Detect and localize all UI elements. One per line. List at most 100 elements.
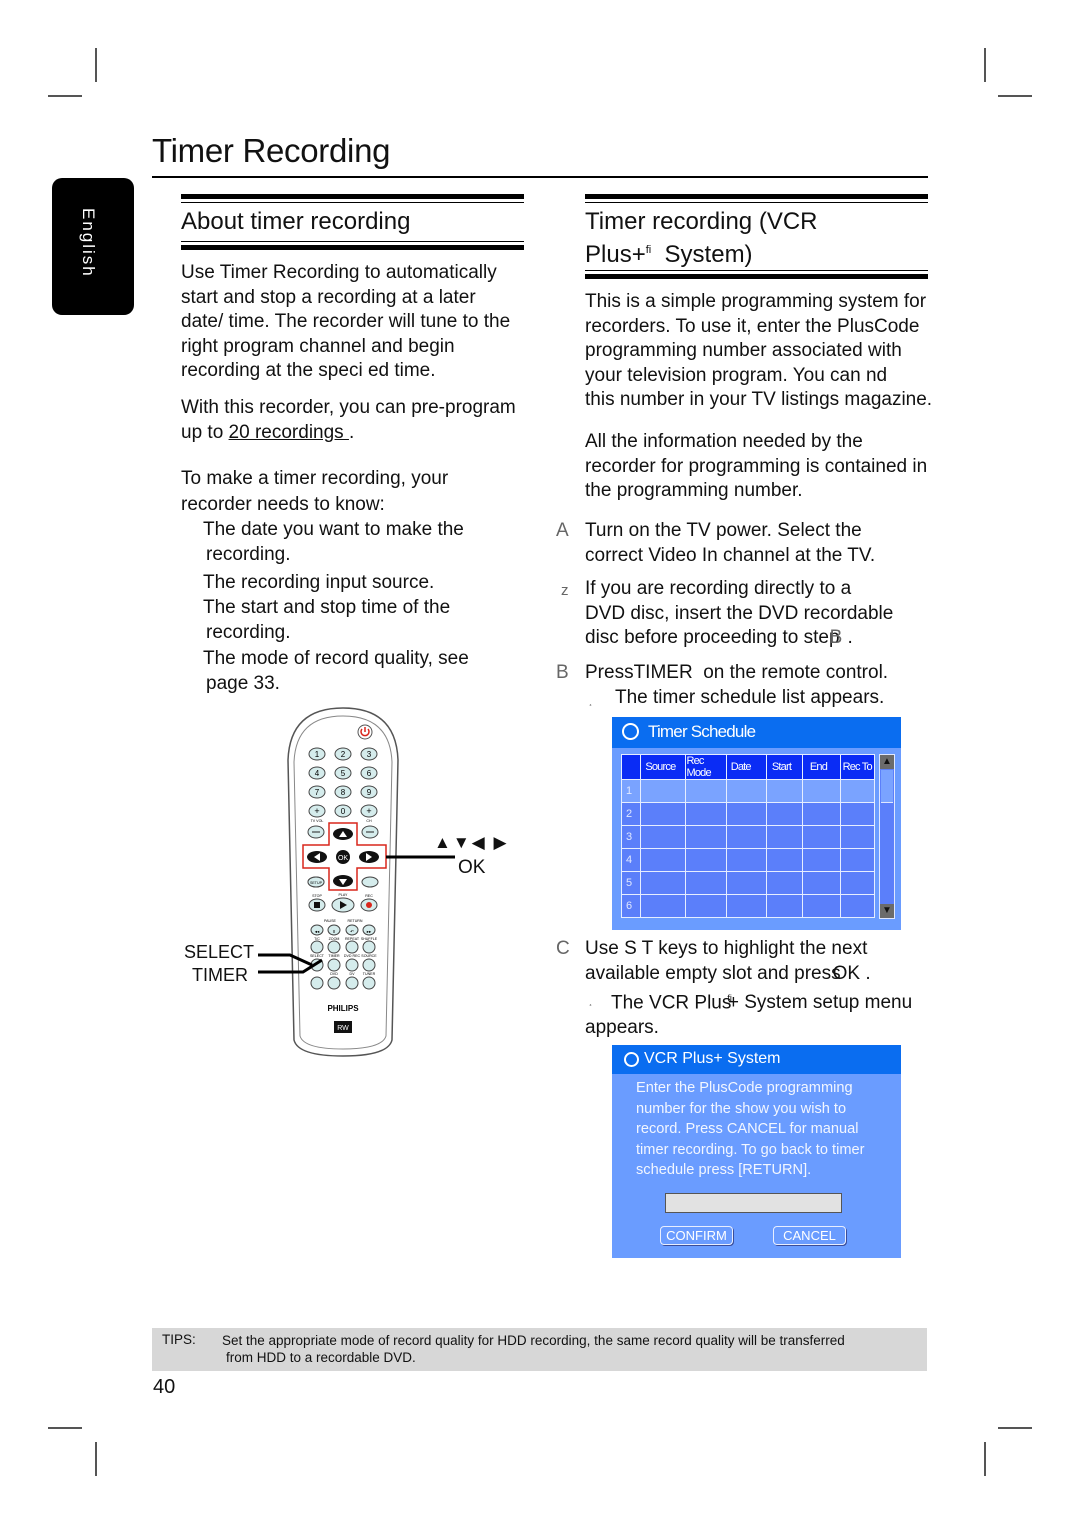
next-key-label: ▸▸	[367, 929, 372, 934]
table-header-cell: Date	[725, 754, 767, 780]
next-key	[362, 924, 376, 936]
text-line: ¸ The VCR Plusfi+ System setup menu	[585, 986, 912, 1016]
step-reference: B	[829, 627, 843, 648]
ch-up-key	[360, 804, 378, 818]
dpad-keys: OK	[307, 825, 379, 888]
capacity-paragraph: With this recorder, you can pre-program …	[181, 396, 516, 445]
text-line: ¸ The timer schedule list appears.	[585, 686, 888, 711]
vcr-plus-intro: This is a simple programming system for …	[585, 290, 932, 413]
clock-icon	[622, 723, 639, 740]
key-label: DVD REC	[344, 954, 361, 958]
crop-mark	[95, 1442, 97, 1476]
text-line: recorders. To use it, enter the PlusCode	[585, 315, 920, 337]
prev-key	[310, 924, 324, 936]
list-item: The recording input source.	[203, 571, 469, 596]
callout-arrow-keys: ▲▼◀ ▶	[434, 833, 509, 852]
list-item-text: recording.	[206, 543, 291, 565]
digit-key-5	[334, 766, 352, 780]
pluscode-input[interactable]	[665, 1193, 842, 1213]
scroll-down-icon[interactable]: ▼	[880, 904, 894, 918]
digit-key-0	[334, 804, 352, 818]
note-marker: z	[561, 582, 569, 599]
red-highlight-dpad	[302, 822, 387, 891]
step-a-marker: A	[556, 520, 569, 541]
crop-mark	[984, 1442, 986, 1476]
table-row[interactable]: 2	[620, 802, 876, 826]
key-label: SELECT	[310, 954, 325, 958]
table-row[interactable]: 6	[620, 894, 876, 918]
function-key	[345, 958, 359, 972]
rw-logo	[334, 1021, 352, 1033]
digit-key-5-label: 5	[341, 769, 346, 778]
heading-rule	[181, 245, 524, 250]
callout-timer: TIMER	[192, 965, 248, 985]
table-row[interactable]: 5	[620, 871, 876, 895]
scroll-up-icon[interactable]: ▲	[880, 755, 894, 769]
table-header-cell: Rec Mode	[685, 754, 727, 780]
tips-label: TIPS:	[162, 1332, 196, 1347]
confirm-button[interactable]: CONFIRM	[660, 1226, 733, 1245]
text-line: recording at the speci ed time.	[181, 360, 436, 381]
table-row[interactable]: 1	[620, 779, 876, 803]
heading-rule	[181, 241, 524, 242]
brand-logo: PHILIPS	[327, 1004, 359, 1013]
text-line: timer recording. To go back to timer	[636, 1141, 865, 1158]
scroll-thumb[interactable]	[881, 770, 893, 803]
language-tab-label: English	[79, 208, 98, 278]
section-heading-vcr-plus: Timer recording (VCR Plus+fi System)	[585, 207, 818, 269]
pause-label: PAUSE	[324, 919, 337, 923]
text-line: With this recorder, you can pre-program	[181, 397, 516, 418]
heading-rule	[585, 194, 928, 199]
stop-label: STOP	[312, 894, 322, 898]
text-line: DVD disc, insert the DVD recordable	[585, 602, 894, 624]
callout-lines	[258, 855, 455, 974]
text-line: record. Press CANCEL for manual	[636, 1121, 859, 1137]
table-header-cell: Rec To	[839, 754, 876, 780]
timer-schedule-scrollbar[interactable]: ▲ ▼	[879, 754, 895, 919]
power-button	[357, 724, 373, 740]
key-label: DVD	[330, 972, 338, 976]
heading-fragment: System)	[651, 241, 753, 268]
function-key	[345, 940, 359, 954]
result-marker: ¸	[589, 695, 593, 707]
digit-key-1-label: 1	[315, 750, 320, 759]
function-key	[362, 976, 376, 990]
digit-key-4	[308, 766, 326, 780]
text-line: Set the appropriate mode of record quali…	[222, 1333, 845, 1348]
table-row[interactable]: 4	[620, 848, 876, 872]
section-heading-about: About timer recording	[181, 208, 411, 235]
setup-key	[307, 876, 325, 888]
row-number: 1	[620, 779, 642, 803]
text-line: disc before proceeding to stepB .	[585, 626, 893, 651]
needs-list: The date you want to make the recording. …	[203, 518, 469, 696]
table-row[interactable]: 3	[620, 825, 876, 849]
vcr-plus-header: VCR Plus+ System	[612, 1045, 901, 1074]
timer-schedule-title: Timer Schedule	[648, 722, 756, 741]
digit-keys: 1 2 3 4 5 6 7 8 9 + 0 + TV VOL CH	[308, 747, 378, 823]
ok-key-label: OK	[338, 855, 348, 862]
text-line: up to 20 recordings .	[181, 421, 516, 446]
text-line: this number in your TV listings magazine…	[585, 389, 933, 410]
function-key	[345, 976, 359, 990]
digit-key-0-label: 0	[341, 807, 346, 816]
text-line: programming number associated with	[585, 340, 902, 361]
recordings-link[interactable]: 20 recordings	[229, 422, 349, 443]
key-label: SOURCE	[361, 954, 377, 958]
text-line: correct Video In channel at the TV.	[585, 544, 876, 566]
heading-rule	[585, 270, 928, 271]
vcr-plus-screen: VCR Plus+ System Enter the PlusCode prog…	[612, 1045, 901, 1258]
tips-text: Set the appropriate mode of record quali…	[222, 1332, 952, 1366]
text-fragment: Press	[585, 662, 634, 683]
cancel-button[interactable]: CANCEL	[773, 1226, 846, 1245]
remote-control-illustration: 1 2 3 4 5 6 7 8 9 +0 + TV VOL CH OK STOP PLAY REC SETUP…	[0, 0, 1080, 1524]
text-fragment: disc before proceeding to step	[585, 627, 840, 648]
text-line: Enter the PlusCode programming	[636, 1080, 853, 1096]
step-c-marker: C	[556, 938, 570, 959]
list-item: The date you want to make the recording.	[203, 518, 469, 571]
digit-key-8	[334, 785, 352, 799]
key-label: TUNER	[363, 972, 376, 976]
crop-mark	[95, 48, 97, 82]
callout-select: SELECT	[184, 942, 255, 962]
digit-key-3	[360, 747, 378, 761]
tv-vol-up-key	[308, 804, 326, 818]
